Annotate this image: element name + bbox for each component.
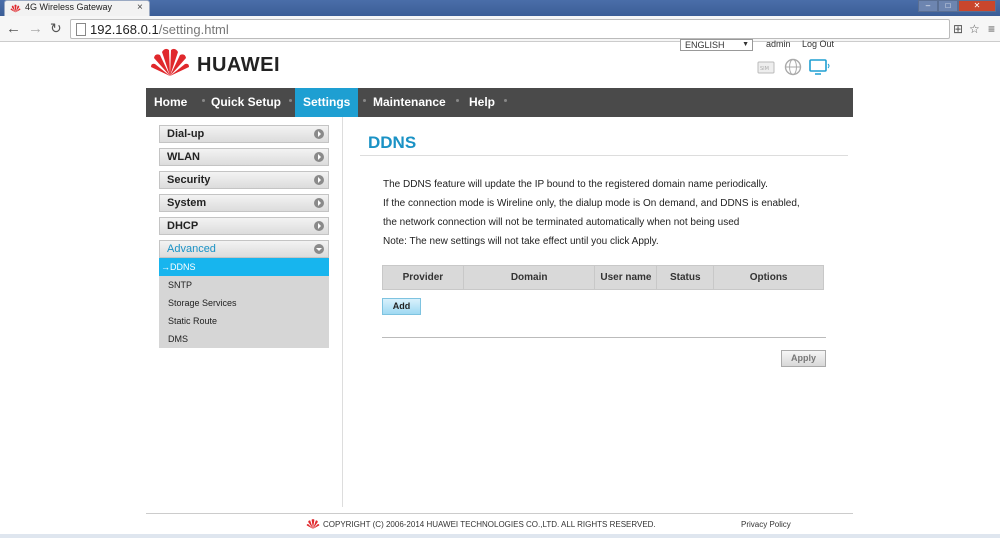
page-title: DDNS [368,133,417,152]
description-note: Note: The new settings will not take eff… [383,236,659,247]
copyright-text: COPYRIGHT (C) 2006-2014 HUAWEI TECHNOLOG… [323,520,656,529]
reload-icon[interactable]: ↻ [50,20,62,37]
close-window-button[interactable]: ✕ [958,0,996,12]
chevron-right-icon [314,198,324,208]
add-button[interactable]: Add [382,298,421,315]
nav-separator [456,99,459,102]
sidebar-item-dial-up[interactable]: Dial-up [159,125,329,143]
column-header-provider: Provider [382,265,464,290]
content-divider [382,337,826,338]
sidebar-item-label: DHCP [167,220,199,232]
nav-help[interactable]: Help [461,88,503,117]
column-header-status: Status [656,265,715,290]
sidebar-item-advanced[interactable]: Advanced [159,240,329,258]
back-icon[interactable]: ← [6,20,21,37]
chevron-down-icon: ▼ [742,41,749,48]
column-header-domain: Domain [462,265,596,290]
submenu-item-sntp[interactable]: SNTP [159,276,329,294]
submenu-item-static-route[interactable]: Static Route [159,312,329,330]
main-nav: Home Quick Setup Settings Maintenance He… [146,88,853,117]
svg-text:SIM: SIM [760,66,769,72]
chevron-right-icon [314,221,324,231]
tab-title: 4G Wireless Gateway [25,2,113,12]
submenu-item-storage-services[interactable]: Storage Services [159,294,329,312]
description-line: If the connection mode is Wireline only,… [383,198,800,209]
brand-name: HUAWEI [197,54,280,76]
nav-separator [289,99,292,102]
sidebar-item-system[interactable]: System [159,194,329,212]
globe-icon [784,58,802,76]
window-controls: – □ ✕ [918,0,996,12]
title-divider [360,155,848,156]
advanced-submenu: →DDNS SNTP Storage Services Static Route… [159,258,329,348]
monitor-icon [809,59,830,75]
privacy-policy-link[interactable]: Privacy Policy [741,520,791,529]
address-bar: ← → ↻ 192.168.0.1/setting.html ⊞ ☆ ≡ [0,16,1000,42]
chevron-right-icon [314,152,324,162]
submenu-item-ddns[interactable]: →DDNS [159,258,329,276]
browser-tab-bar: 4G Wireless Gateway × – □ ✕ [0,0,1000,16]
sidebar-item-label: WLAN [167,151,200,163]
menu-icon[interactable]: ≡ [988,22,995,36]
sidebar-item-label: Dial-up [167,128,205,140]
logout-link[interactable]: Log Out [802,39,834,49]
browser-tab[interactable]: 4G Wireless Gateway × [4,0,150,16]
chevron-down-icon [314,244,324,254]
maximize-button[interactable]: □ [938,0,958,12]
column-header-user-name: User name [594,265,658,290]
sidebar-item-label: Advanced [167,243,216,255]
description-line: The DDNS feature will update the IP boun… [383,179,768,190]
huawei-logo [151,48,189,76]
nav-home[interactable]: Home [146,88,195,117]
taskbar-edge [0,534,1000,538]
chevron-right-icon [314,175,324,185]
nav-settings[interactable]: Settings [295,88,359,117]
url-input[interactable]: 192.168.0.1/setting.html [70,19,950,39]
tab-close-icon[interactable]: × [137,2,143,13]
sidebar: Dial-up WLAN Security System DHCP Advanc… [146,117,343,507]
apply-button[interactable]: Apply [781,350,826,367]
sim-icon: SIM [757,61,775,74]
nav-maintenance[interactable]: Maintenance [365,88,454,117]
chevron-right-icon [314,129,324,139]
bookmark-star-icon[interactable]: ☆ [969,22,980,36]
nav-separator [504,99,507,102]
nav-quick-setup[interactable]: Quick Setup [203,88,289,117]
sidebar-item-wlan[interactable]: WLAN [159,148,329,166]
url-host: 192.168.0.1 [90,22,159,37]
description-line: the network connection will not be termi… [383,217,740,228]
language-select[interactable]: ENGLISH ▼ [680,39,753,51]
sidebar-item-dhcp[interactable]: DHCP [159,217,329,235]
forward-icon[interactable]: → [28,20,43,37]
footer-divider [146,513,853,514]
sidebar-item-label: System [167,197,207,209]
sidebar-item-label: Security [167,174,211,186]
column-header-options: Options [713,265,824,290]
username: admin [766,39,791,49]
minimize-button[interactable]: – [918,0,938,12]
huawei-footer-logo [306,519,320,529]
translate-icon[interactable]: ⊞ [953,22,963,36]
language-value: ENGLISH [685,40,725,50]
page-icon [76,23,86,36]
table-header-row: Provider Domain User name Status Options [382,265,824,290]
url-path: /setting.html [158,22,229,37]
sidebar-item-security[interactable]: Security [159,171,329,189]
huawei-logo-icon [10,4,21,13]
ddns-table: Provider Domain User name Status Options [382,265,824,290]
submenu-item-dms[interactable]: DMS [159,330,329,348]
